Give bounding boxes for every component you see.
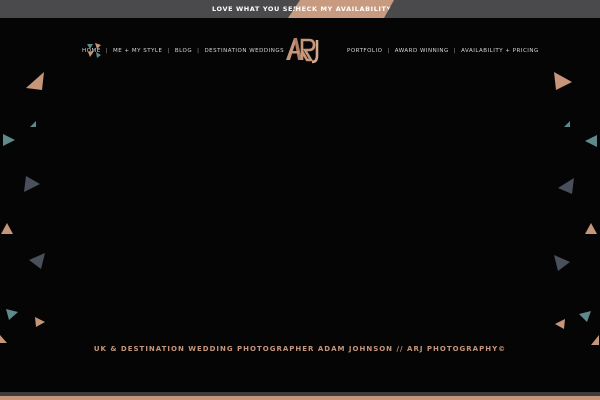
love-what-you-see-text: LOVE WHAT YOU SEE? <box>212 5 303 13</box>
nav-separator: | <box>167 48 170 54</box>
triangle-icon <box>585 135 597 147</box>
arj-logo-mark <box>286 38 319 64</box>
triangle-icon <box>579 311 591 322</box>
nav-separator: | <box>387 48 390 54</box>
check-availability-button[interactable]: CHECK MY AVAILABILITY <box>288 0 394 18</box>
site-tagline: UK & DESTINATION WEDDING PHOTOGRAPHER AD… <box>93 345 507 353</box>
triangle-icon <box>555 319 565 329</box>
top-announcement-bar: LOVE WHAT YOU SEE? CHECK MY AVAILABILITY <box>0 0 600 18</box>
triangle-icon <box>554 72 572 90</box>
triangle-icon <box>564 121 570 127</box>
check-availability-label: CHECK MY AVAILABILITY <box>290 5 392 13</box>
nav-home[interactable]: HOME <box>82 48 101 54</box>
nav-separator: | <box>197 48 200 54</box>
triangle-icon <box>26 72 44 90</box>
nav-separator: | <box>105 48 109 54</box>
triangle-icon <box>1 223 13 234</box>
triangle-icon <box>3 134 15 146</box>
nav-availability-pricing[interactable]: AVAILABILITY + PRICING <box>461 48 539 54</box>
arj-logo[interactable] <box>284 34 324 66</box>
nav-me-my-style[interactable]: ME + MY STYLE <box>113 48 162 54</box>
nav-destination-weddings[interactable]: DESTINATION WEDDINGS <box>204 48 284 54</box>
main-nav-right: PORTFOLIO | AWARD WINNING | AVAILABILITY… <box>347 45 539 57</box>
triangle-icon <box>0 335 7 343</box>
triangle-icon <box>30 121 36 127</box>
bottom-accent-bar <box>0 396 600 400</box>
triangle-icon <box>558 178 574 194</box>
triangle-icon <box>29 253 45 269</box>
triangle-icon <box>24 176 40 192</box>
triangle-icon <box>585 223 597 234</box>
triangle-icon <box>6 309 18 320</box>
nav-blog[interactable]: BLOG <box>175 48 192 54</box>
triangle-icon <box>554 255 570 271</box>
nav-portfolio[interactable]: PORTFOLIO <box>347 48 382 54</box>
triangle-icon <box>35 317 45 327</box>
nav-separator: | <box>453 48 457 54</box>
main-nav-left: HOME | ME + MY STYLE | BLOG | DESTINATIO… <box>82 45 284 57</box>
nav-award-winning[interactable]: AWARD WINNING <box>395 48 449 54</box>
